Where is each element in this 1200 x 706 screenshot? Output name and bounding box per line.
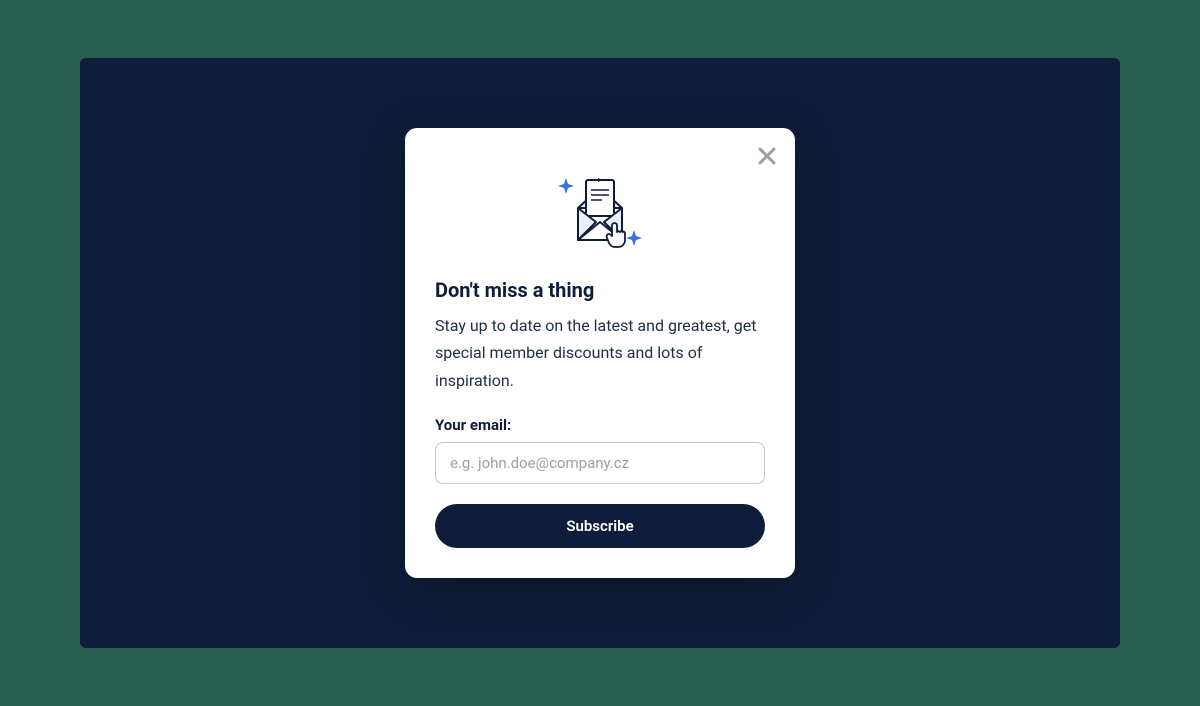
- envelope-icon: [540, 160, 660, 260]
- email-input[interactable]: [435, 442, 765, 484]
- page-backdrop: Don't miss a thing Stay up to date on th…: [80, 58, 1120, 648]
- email-label: Your email:: [435, 416, 765, 434]
- subscribe-button[interactable]: Subscribe: [435, 504, 765, 548]
- newsletter-modal: Don't miss a thing Stay up to date on th…: [405, 128, 795, 578]
- modal-title: Don't miss a thing: [435, 278, 765, 302]
- envelope-illustration: [435, 160, 765, 260]
- modal-description: Stay up to date on the latest and greate…: [435, 312, 765, 394]
- close-button[interactable]: [753, 142, 781, 170]
- close-icon: [757, 146, 777, 166]
